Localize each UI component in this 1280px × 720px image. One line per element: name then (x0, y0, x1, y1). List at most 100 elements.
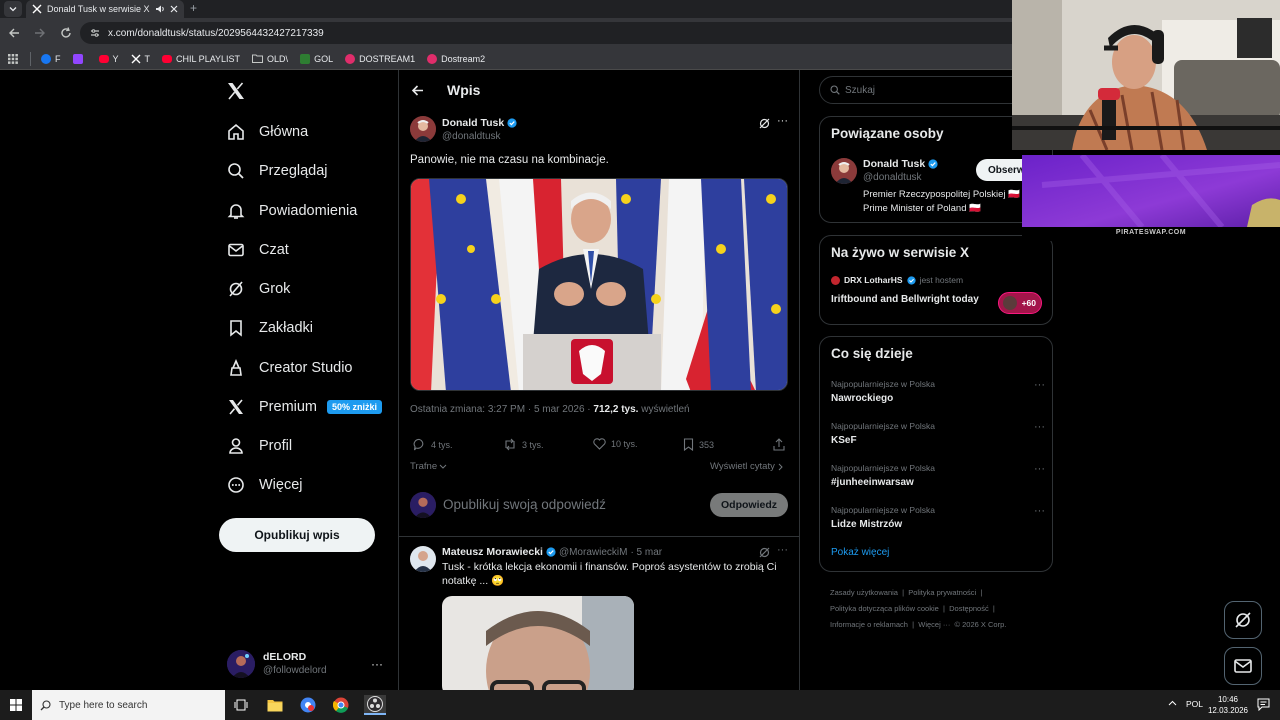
footer-link[interactable]: Informacje o reklamach (830, 620, 908, 629)
footer-link[interactable]: Polityka dotycząca plików cookie (830, 604, 939, 613)
nav-item-explore[interactable]: Przeglądaj (227, 162, 328, 180)
post-button[interactable]: Opublikuj wpis (219, 518, 375, 552)
post-author-avatar[interactable] (410, 116, 436, 142)
trend-more-icon[interactable]: ··· (1034, 421, 1045, 433)
footer-link[interactable]: Polityka prywatności (908, 588, 976, 597)
youtube-icon (98, 54, 109, 63)
post-more-button[interactable]: ··· (777, 115, 788, 127)
nav-item-premium[interactable]: Premium 50% zniżki (227, 398, 383, 416)
reply-action[interactable]: 4 tys. (413, 438, 453, 451)
apps-button[interactable] (8, 53, 18, 64)
taskbar-app-chrome-profile1[interactable] (298, 695, 318, 715)
nav-item-creator-studio[interactable]: Creator Studio (227, 359, 353, 377)
avatar (227, 650, 255, 678)
tray-overflow-button[interactable] (1168, 700, 1177, 706)
taskbar-app-chrome[interactable] (331, 695, 351, 715)
task-view-button[interactable] (231, 695, 251, 715)
notification-center-button[interactable] (1257, 698, 1270, 711)
site-info-icon[interactable] (90, 28, 100, 38)
browser-tab[interactable]: Donald Tusk w serwisie X: „ (26, 0, 184, 18)
close-tab-icon[interactable] (170, 5, 178, 13)
back-button[interactable] (2, 21, 26, 45)
like-action[interactable]: 10 tys. (593, 438, 638, 450)
bookmark-facebook[interactable]: F (41, 53, 61, 64)
related-handle[interactable]: @donaldtusk (863, 171, 938, 185)
view-quotes-link[interactable]: Wyświetl cytaty (710, 461, 784, 472)
related-avatar[interactable] (831, 158, 857, 184)
nav-item-grok[interactable]: Grok (227, 280, 290, 298)
grok-explain-button[interactable] (759, 118, 770, 129)
share-action[interactable] (773, 438, 785, 451)
reply-submit-button[interactable]: Odpowiedz (710, 493, 788, 517)
bookmark-dostream1[interactable]: DOSTREAM1 (345, 53, 415, 64)
bookmark-dostream2[interactable]: Dostream2 (427, 53, 485, 64)
reply-grok-button[interactable] (759, 547, 770, 558)
taskbar-search[interactable]: Type here to search (32, 690, 225, 720)
clock[interactable]: 10:46 12.03.2026 (1206, 694, 1250, 716)
trend-more-icon[interactable]: ··· (1034, 463, 1045, 475)
grok-floating-button[interactable] (1224, 601, 1262, 639)
footer-link[interactable]: Zasady użytkowania (830, 588, 898, 597)
language-indicator[interactable]: POL (1186, 699, 1203, 709)
nav-item-home[interactable]: Główna (227, 123, 308, 141)
speaker-icon[interactable] (155, 4, 165, 14)
bookmark-action[interactable]: 353 (683, 438, 714, 451)
trend-item[interactable]: Najpopularniejsze w Polska Lidze Mistrzó… (831, 505, 1045, 530)
x-logo-link[interactable] (227, 82, 245, 100)
trend-item[interactable]: Najpopularniejsze w Polska KSeF ··· (831, 421, 1045, 446)
reply-author-avatar[interactable] (410, 546, 436, 572)
nav-item-more[interactable]: Więcej (227, 476, 303, 494)
bookmark-gol[interactable]: GOL (300, 53, 333, 64)
post-author-name[interactable]: Donald Tusk (442, 116, 504, 130)
trend-more-icon[interactable]: ··· (1034, 505, 1045, 517)
start-button[interactable] (6, 695, 26, 715)
account-more-icon[interactable]: ··· (371, 657, 383, 671)
post-views-count: 712,2 tys. (593, 404, 639, 415)
related-name[interactable]: Donald Tusk (863, 157, 925, 171)
reply-input[interactable]: Opublikuj swoją odpowiedź (443, 497, 693, 512)
footer-link[interactable]: Dostępność (949, 604, 989, 613)
forward-button[interactable] (28, 21, 52, 45)
repost-action[interactable]: 3 tys. (503, 438, 544, 451)
live-host-row[interactable]: DRX LotharHS jest hostem (831, 275, 963, 285)
bookmark-folder-old[interactable]: OLD\ (252, 54, 288, 64)
trend-item[interactable]: Najpopularniejsze w Polska #junheeinwars… (831, 463, 1045, 488)
bookmark-youtube[interactable]: Y (98, 54, 119, 64)
bookmark-chil-playlist[interactable]: CHIL PLAYLIST (162, 54, 240, 64)
more-circle-icon (228, 477, 244, 493)
trend-more-icon[interactable]: ··· (1034, 379, 1045, 391)
reply-video[interactable] (442, 596, 634, 690)
url-text[interactable]: x.com/donaldtusk/status/2029564432427217… (108, 28, 324, 39)
bookmark-x[interactable]: T (131, 54, 150, 64)
nav-item-chat[interactable]: Czat (227, 241, 289, 259)
reply-author-handle[interactable]: @MorawieckiM (559, 547, 628, 558)
messages-floating-button[interactable] (1224, 647, 1262, 685)
sort-replies-dropdown[interactable]: Trafne (410, 461, 447, 472)
reply-time[interactable]: · 5 mar (630, 547, 662, 558)
account-switcher[interactable]: dELORD @followdelord ··· (227, 646, 387, 682)
grok-icon (229, 281, 243, 297)
post-author-handle[interactable]: @donaldtusk (442, 130, 517, 144)
nav-item-notifications[interactable]: Powiadomienia (227, 202, 357, 220)
post-video[interactable] (410, 178, 788, 391)
new-tab-button[interactable]: + (190, 1, 197, 15)
x-logo-icon (228, 82, 244, 100)
live-listeners-pill[interactable]: +60 (998, 292, 1042, 314)
nav-item-profile[interactable]: Profil (227, 437, 292, 455)
reload-button[interactable] (54, 21, 78, 45)
footer-more-link[interactable]: Więcej ··· (918, 620, 950, 629)
bookmark-twitch[interactable] (72, 53, 87, 64)
post-timestamp[interactable]: Ostatnia zmiana: 3:27 PM · 5 mar 2026 · (410, 404, 593, 415)
tab-search-button[interactable] (4, 1, 22, 17)
taskbar-file-explorer[interactable] (265, 695, 285, 715)
reply-more-button[interactable]: ··· (777, 544, 788, 556)
premium-discount-badge: 50% zniżki (327, 400, 383, 414)
live-stream-title[interactable]: Iriftbound and Bellwright today (831, 294, 979, 305)
show-more-link[interactable]: Pokaż więcej (831, 547, 889, 558)
arrow-left-icon (9, 28, 19, 38)
nav-item-bookmarks[interactable]: Zakładki (227, 319, 313, 337)
reply-author-name[interactable]: Mateusz Morawiecki (442, 546, 543, 558)
trend-item[interactable]: Najpopularniejsze w Polska Nawrockiego ·… (831, 379, 1045, 404)
taskbar-app-obs[interactable] (364, 695, 386, 715)
back-arrow-button[interactable] (411, 84, 424, 97)
